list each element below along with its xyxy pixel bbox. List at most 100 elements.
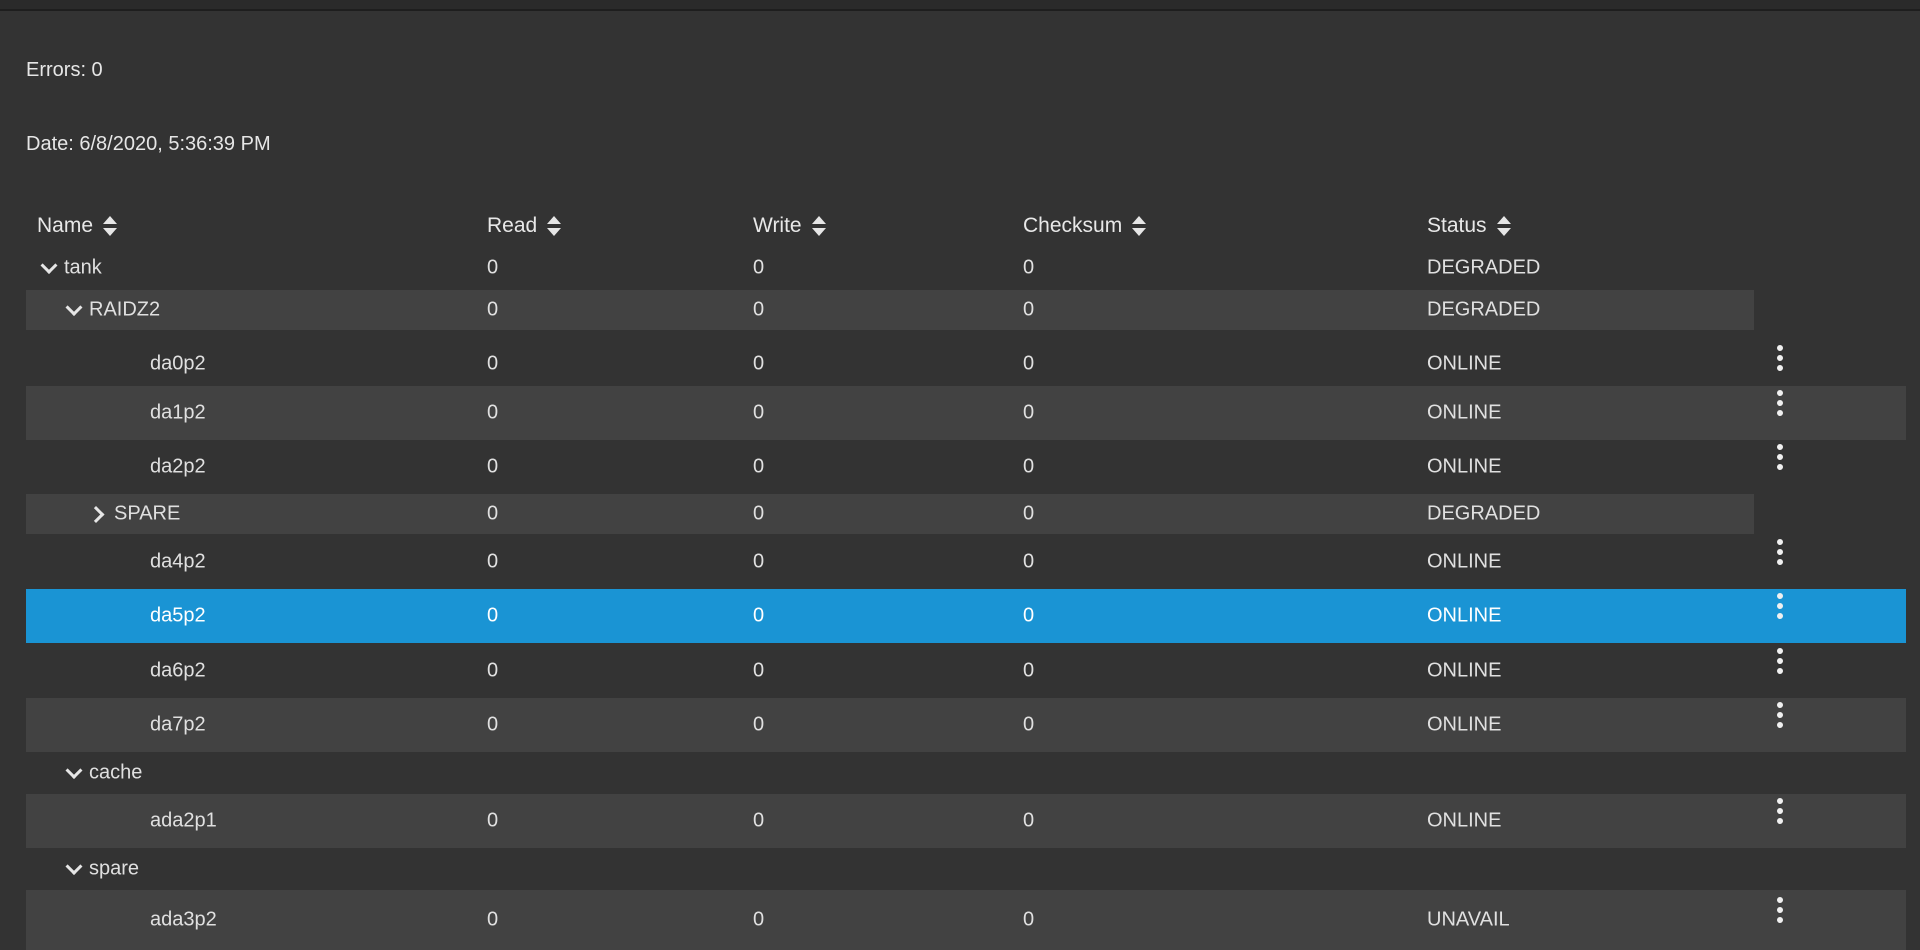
kebab-dot: [1777, 657, 1783, 664]
name-cell: RAIDZ2: [63, 299, 160, 322]
device-name: ada2p1: [150, 809, 217, 832]
kebab-dot: [1777, 558, 1783, 565]
column-header-label: Status: [1427, 214, 1487, 237]
device-name: da0p2: [150, 352, 206, 374]
kebab-dot: [1777, 712, 1783, 718]
status-cell: ONLINE: [1427, 713, 1502, 736]
kebab-dot: [1777, 538, 1783, 545]
kebab-dot: [1777, 897, 1783, 903]
read-cell: 0: [487, 908, 499, 931]
more-vert-icon[interactable]: [1770, 343, 1790, 373]
sort-icon: [1132, 216, 1147, 236]
status-cell: ONLINE: [1427, 401, 1502, 424]
device-name: RAIDZ2: [89, 298, 161, 321]
more-vert-icon[interactable]: [1770, 796, 1790, 826]
name-cell: da5p2: [150, 605, 206, 628]
kebab-dot: [1777, 808, 1783, 814]
write-cell: 0: [753, 455, 765, 478]
column-header-read[interactable]: Read: [487, 214, 562, 238]
checksum-cell: 0: [1023, 604, 1035, 627]
more-vert-icon[interactable]: [1770, 442, 1790, 472]
column-header-write[interactable]: Write: [753, 214, 826, 238]
status-cell: ONLINE: [1427, 550, 1502, 572]
table-row[interactable]: da6p2 0 0 0 ONLINE: [26, 643, 1906, 698]
more-vert-icon[interactable]: [1770, 591, 1790, 621]
checksum-cell: 0: [1023, 256, 1035, 279]
chevron-right-icon[interactable]: [88, 503, 110, 525]
column-header-checksum[interactable]: Checksum: [1023, 214, 1147, 238]
kebab-dot: [1777, 444, 1783, 450]
table-row[interactable]: da7p2 0 0 0 ONLINE: [26, 698, 1906, 752]
chevron-down-icon[interactable]: [38, 257, 60, 279]
table-row[interactable]: SPARE 0 0 0 DEGRADED: [26, 494, 1754, 534]
sort-icon: [547, 216, 562, 236]
name-cell: cache: [63, 762, 142, 785]
name-cell: da4p2: [150, 550, 206, 573]
table-row[interactable]: ada3p2 0 0 0 UNAVAIL: [26, 890, 1906, 950]
read-cell: 0: [487, 550, 499, 572]
device-name: da5p2: [150, 604, 206, 627]
write-cell: 0: [753, 256, 765, 279]
kebab-dot: [1777, 667, 1783, 674]
checksum-cell: 0: [1023, 401, 1035, 424]
kebab-dot: [1777, 907, 1783, 913]
kebab-dot: [1777, 702, 1783, 708]
name-cell: ada3p2: [150, 909, 217, 932]
kebab-dot: [1777, 355, 1783, 361]
checksum-cell: 0: [1023, 659, 1035, 681]
more-vert-icon[interactable]: [1770, 646, 1790, 676]
column-header-label: Read: [487, 214, 538, 237]
scrub-date: Date: 6/8/2020, 5:36:39 PM: [26, 133, 271, 155]
read-cell: 0: [487, 809, 499, 832]
read-cell: 0: [487, 659, 499, 681]
more-vert-icon[interactable]: [1770, 700, 1790, 730]
read-cell: 0: [487, 401, 499, 424]
column-header-status[interactable]: Status: [1427, 214, 1511, 238]
table-row[interactable]: tank 0 0 0 DEGRADED: [26, 252, 1760, 284]
write-cell: 0: [753, 809, 765, 832]
kebab-dot: [1777, 365, 1783, 371]
checksum-cell: 0: [1023, 352, 1035, 374]
read-cell: 0: [487, 455, 499, 478]
kebab-dot: [1777, 548, 1783, 555]
name-cell: da1p2: [150, 402, 206, 425]
device-name: da1p2: [150, 401, 206, 424]
more-vert-icon[interactable]: [1770, 895, 1790, 925]
chevron-down-icon[interactable]: [63, 762, 85, 784]
device-name: ada3p2: [150, 908, 217, 931]
status-cell: ONLINE: [1427, 352, 1502, 374]
status-cell: DEGRADED: [1427, 298, 1541, 321]
table-row[interactable]: RAIDZ2 0 0 0 DEGRADED: [26, 290, 1754, 330]
table-row[interactable]: ada2p1 0 0 0 ONLINE: [26, 794, 1906, 848]
kebab-dot: [1777, 647, 1783, 654]
table-row[interactable]: da4p2 0 0 0 ONLINE: [26, 534, 1906, 589]
table-row[interactable]: cache: [26, 752, 1760, 794]
read-cell: 0: [487, 502, 499, 525]
write-cell: 0: [753, 401, 765, 424]
top-divider: [0, 0, 1920, 11]
kebab-dot: [1777, 454, 1783, 460]
table-row[interactable]: spare: [26, 848, 1760, 890]
status-cell: UNAVAIL: [1427, 908, 1510, 931]
chevron-down-icon[interactable]: [63, 299, 85, 321]
device-name: tank: [64, 256, 102, 279]
table-row[interactable]: da1p2 0 0 0 ONLINE: [26, 386, 1906, 440]
more-vert-icon[interactable]: [1770, 388, 1790, 418]
chevron-down-icon[interactable]: [63, 858, 85, 880]
read-cell: 0: [487, 604, 499, 627]
column-header-label: Name: [37, 214, 94, 237]
kebab-dot: [1777, 798, 1783, 804]
errors-count: Errors: 0: [26, 59, 103, 81]
table-row[interactable]: da2p2 0 0 0 ONLINE: [26, 440, 1906, 494]
column-header-name[interactable]: Name: [37, 214, 118, 238]
read-cell: 0: [487, 352, 499, 374]
write-cell: 0: [753, 908, 765, 931]
device-name: da4p2: [150, 550, 206, 572]
more-vert-icon[interactable]: [1770, 537, 1790, 567]
table-row[interactable]: da5p2 0 0 0 ONLINE: [26, 589, 1906, 643]
name-cell: tank: [38, 257, 102, 280]
table-row[interactable]: da0p2 0 0 0 ONLINE: [26, 341, 1906, 386]
read-cell: 0: [487, 713, 499, 736]
read-cell: 0: [487, 256, 499, 279]
name-cell: da6p2: [150, 659, 206, 682]
